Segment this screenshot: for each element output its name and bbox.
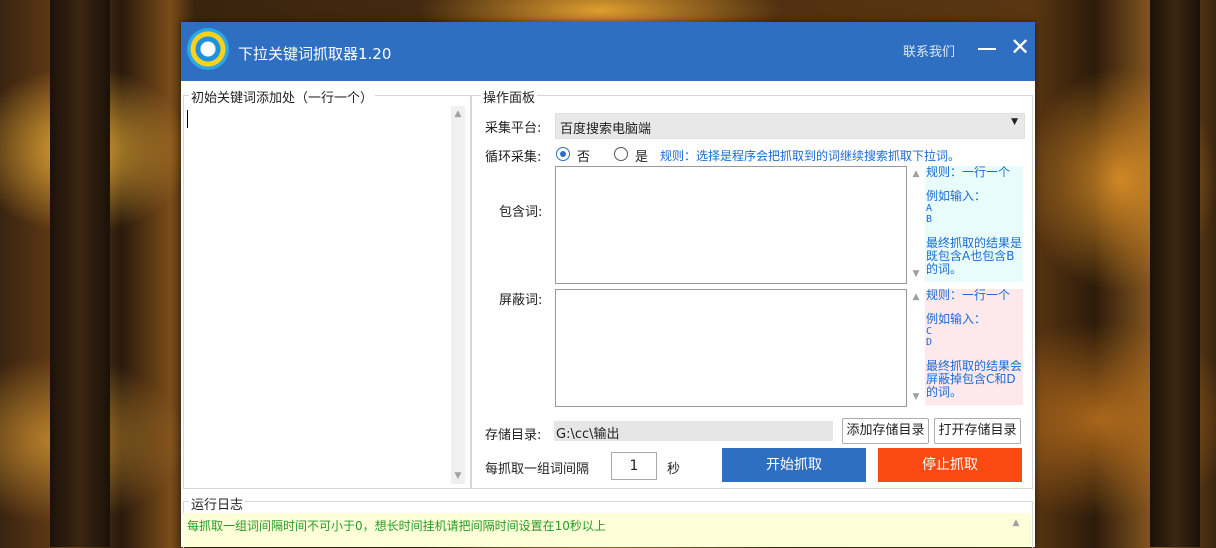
include-hint-sample: A: [926, 203, 933, 214]
loop-no-radio[interactable]: [556, 147, 570, 161]
operation-group-label: 操作面板: [481, 87, 538, 106]
loop-yes-radio[interactable]: [614, 147, 628, 161]
save-dir-field[interactable]: G:\cc\输出: [554, 421, 833, 442]
keywords-input[interactable]: [187, 106, 453, 487]
include-hint-example: 例如输入：: [926, 189, 987, 203]
include-label: 包含词:: [499, 205, 543, 220]
save-dir-value: G:\cc\输出: [556, 427, 620, 442]
scroll-up-icon[interactable]: ▲: [909, 168, 923, 180]
loop-label: 循环采集:: [485, 150, 542, 165]
app-logo-icon: [187, 28, 229, 70]
exclude-hint: 规则：一行一个 例如输入： C D 最终抓取的结果会屏蔽掉包含C和D的词。: [926, 289, 1026, 399]
scroll-down-icon[interactable]: ▼: [909, 391, 923, 403]
app-window: 下拉关键词抓取器1.20 联系我们 ✕ 初始关键词添加处（一行一个） ▲ ▼ 操…: [181, 22, 1035, 548]
include-hint-sample: B: [926, 214, 933, 225]
exclude-hint-example: 例如输入：: [926, 312, 987, 326]
include-hint-result: 最终抓取的结果是既包含A也包含B的词。: [926, 236, 1023, 276]
text-caret: [187, 110, 188, 128]
scroll-up-icon[interactable]: ▲: [909, 291, 923, 303]
exclude-label: 屏蔽词:: [499, 293, 543, 308]
exclude-hint-sample: C: [926, 326, 933, 337]
close-icon[interactable]: ✕: [1009, 35, 1031, 60]
loop-rule-text: 规则：选择是程序会把抓取到的词继续搜索抓取下拉词。: [660, 149, 961, 163]
exclude-hint-sample: D: [926, 337, 933, 348]
platform-label: 采集平台:: [485, 121, 542, 136]
interval-input[interactable]: 1: [611, 452, 657, 480]
background-tree-trunk: [1150, 0, 1200, 547]
log-group-label: 运行日志: [189, 494, 246, 513]
include-scrollbar[interactable]: ▲ ▼: [909, 166, 923, 282]
start-button[interactable]: 开始抓取: [722, 448, 866, 482]
scroll-down-icon[interactable]: ▼: [451, 470, 465, 482]
contact-us-link[interactable]: 联系我们: [903, 41, 955, 60]
window-title: 下拉关键词抓取器1.20: [238, 45, 392, 63]
chevron-down-icon: ▼: [1011, 117, 1018, 127]
add-save-dir-button[interactable]: 添加存储目录: [842, 418, 929, 444]
scroll-up-icon[interactable]: ▲: [451, 108, 465, 120]
platform-select-value: 百度搜索电脑端: [560, 122, 652, 137]
interval-unit: 秒: [667, 462, 681, 477]
exclude-textarea[interactable]: [555, 289, 907, 407]
exclude-hint-rule: 规则：一行一个: [926, 288, 1011, 302]
include-hint: 规则：一行一个 例如输入： A B 最终抓取的结果是既包含A也包含B的词。: [926, 166, 1026, 276]
platform-select[interactable]: 百度搜索电脑端 ▼: [555, 113, 1025, 139]
loop-no-label[interactable]: 否: [577, 146, 590, 165]
open-save-dir-button[interactable]: 打开存储目录: [934, 418, 1021, 444]
title-bar[interactable]: 下拉关键词抓取器1.20 联系我们 ✕: [181, 22, 1035, 81]
include-hint-rule: 规则：一行一个: [926, 165, 1011, 179]
minimize-icon[interactable]: [977, 36, 999, 60]
scroll-down-icon[interactable]: ▼: [909, 268, 923, 280]
include-textarea[interactable]: [555, 166, 907, 284]
keywords-group-label: 初始关键词添加处（一行一个）: [189, 87, 376, 106]
interval-label: 每抓取一组词间隔: [485, 462, 590, 477]
exclude-scrollbar[interactable]: ▲ ▼: [909, 289, 923, 405]
exclude-hint-result: 最终抓取的结果会屏蔽掉包含C和D的词。: [926, 359, 1023, 399]
loop-yes-label[interactable]: 是: [635, 146, 648, 165]
keywords-scrollbar[interactable]: ▲ ▼: [451, 106, 465, 484]
log-message: 每抓取一组词间隔时间不可小于0，想长时间挂机请把间隔时间设置在10秒以上: [187, 519, 606, 533]
log-output[interactable]: 每抓取一组词间隔时间不可小于0，想长时间挂机请把间隔时间设置在10秒以上 ▲: [183, 513, 1031, 547]
save-dir-label: 存储目录:: [485, 428, 542, 443]
stop-button[interactable]: 停止抓取: [878, 448, 1022, 482]
background-tree-trunk: [50, 0, 110, 547]
scroll-up-icon[interactable]: ▲: [1009, 517, 1023, 529]
